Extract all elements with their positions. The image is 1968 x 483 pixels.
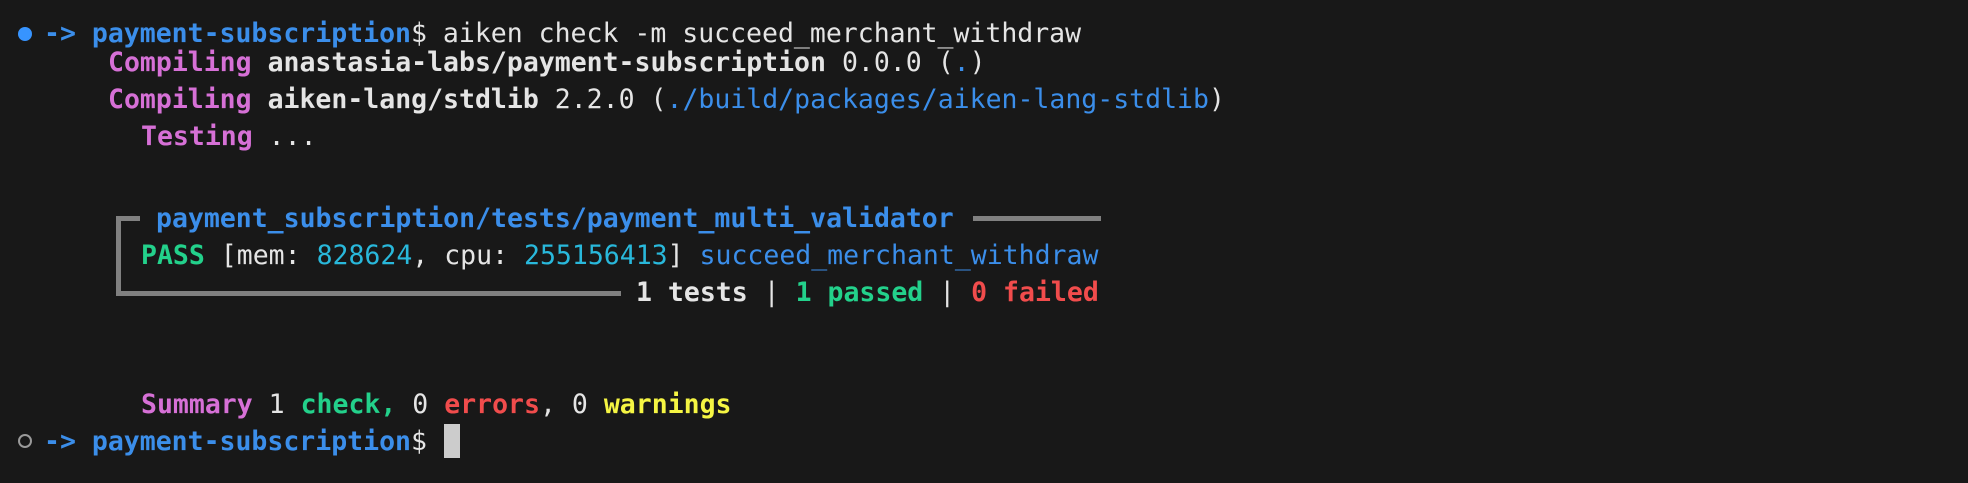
command-pending-indicator[interactable] <box>18 434 32 448</box>
compile-line-2: Compiling aiken-lang/stdlib 2.2.0 (./bui… <box>108 84 1225 115</box>
prompt-cwd: payment-subscription <box>91 426 411 457</box>
cpu-label: cpu: <box>444 240 509 271</box>
compile-label: Compiling <box>108 47 252 78</box>
test-status-badge: PASS <box>141 240 205 271</box>
terminal-cursor[interactable] <box>444 424 460 458</box>
prompt-line-2: -> payment-subscription$ <box>44 423 427 460</box>
cpu-value: 255156413 <box>524 240 668 271</box>
compile-path: ./build/packages/aiken-lang-stdlib <box>666 84 1209 115</box>
compile-version: 0.0.0 <box>841 47 922 78</box>
prompt-arrow: -> <box>44 18 76 49</box>
tests-count: 1 tests <box>636 277 748 308</box>
module-name: payment_subscription/tests/payment_multi… <box>156 203 954 234</box>
command-success-indicator[interactable] <box>18 27 32 41</box>
passed-count: 1 passed <box>795 277 924 308</box>
prompt-symbol: $ <box>410 426 427 457</box>
prompt-arrow: -> <box>44 426 76 457</box>
compile-version: 2.2.0 <box>554 84 635 115</box>
test-totals-line: 1 tests | 1 passed | 0 failed <box>636 277 1099 308</box>
compile-label: Compiling <box>108 84 252 115</box>
mem-label: mem: <box>236 240 301 271</box>
errors-count: 0 <box>412 389 429 420</box>
testing-ellipsis: ... <box>268 121 317 152</box>
errors-label: errors <box>444 389 540 420</box>
summary-label: Summary <box>141 389 253 420</box>
mem-value: 828624 <box>316 240 413 271</box>
compile-package: anastasia-labs/payment-subscription <box>267 47 826 78</box>
compile-package: aiken-lang/stdlib <box>267 84 539 115</box>
summary-line: Summary 1 check, 0 errors, 0 warnings <box>141 389 732 420</box>
compile-line-1: Compiling anastasia-labs/payment-subscri… <box>108 47 986 78</box>
checks-label: check, <box>300 389 397 420</box>
testing-line: Testing ... <box>141 118 317 155</box>
box-top-right-border <box>973 216 1101 221</box>
box-bottom-border <box>116 291 621 296</box>
warnings-count: 0 <box>571 389 588 420</box>
checks-count: 1 <box>268 389 285 420</box>
testing-label: Testing <box>141 121 253 152</box>
compile-path: . <box>953 47 970 78</box>
test-name: succeed_merchant_withdraw <box>699 240 1099 271</box>
test-result-line: PASS [mem: 828624, cpu: 255156413] succe… <box>141 240 1099 271</box>
warnings-label: warnings <box>603 389 732 420</box>
failed-count: 0 failed <box>971 277 1099 308</box>
box-left-border <box>116 216 121 296</box>
module-title: payment_subscription/tests/payment_multi… <box>156 200 954 237</box>
